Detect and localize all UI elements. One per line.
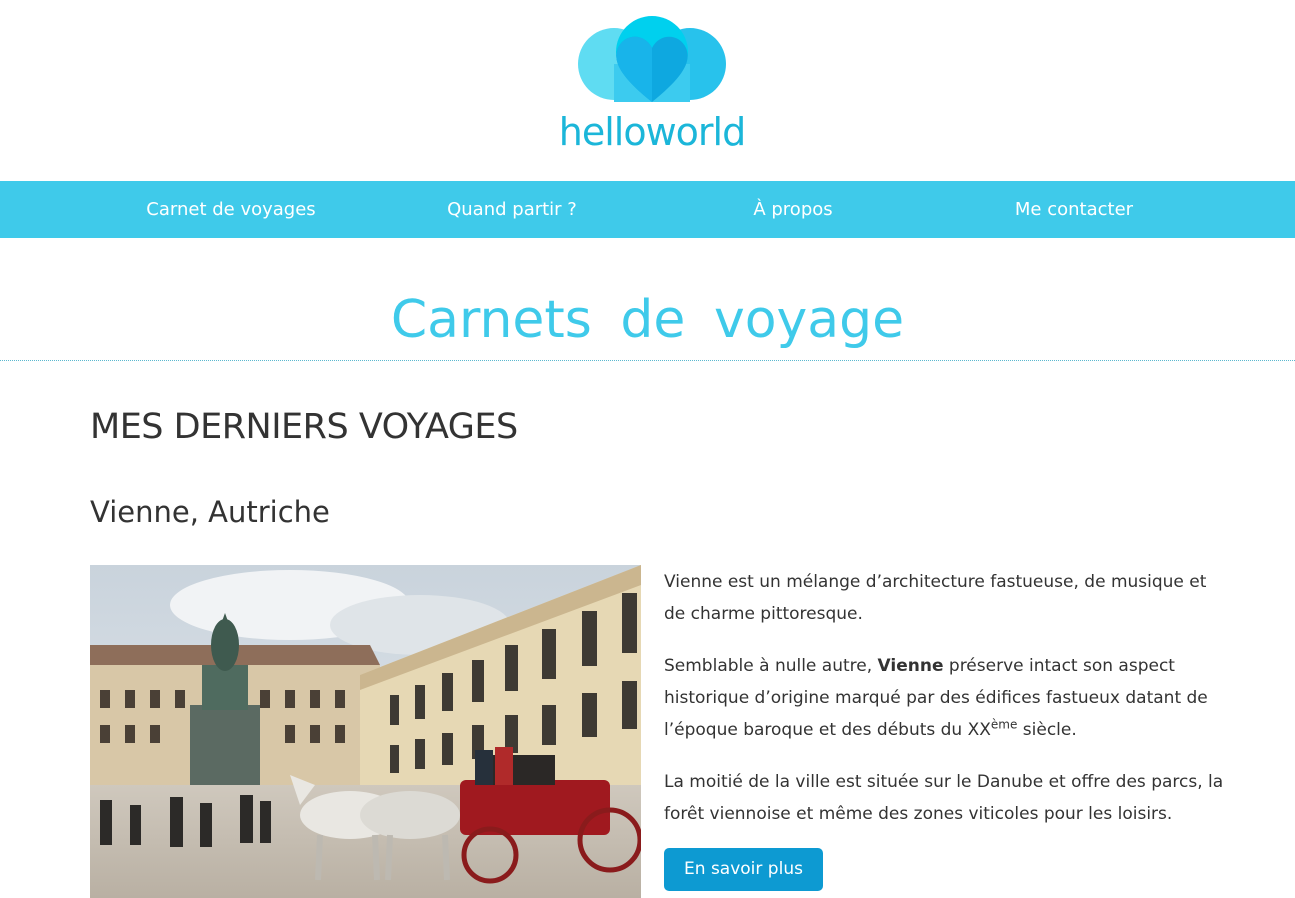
article-text: Vienne est un mélange d’architecture fas…	[664, 566, 1224, 850]
article-paragraph-2: Semblable à nulle autre, Vienne préserve…	[664, 656, 1208, 740]
learn-more-button[interactable]: En savoir plus	[664, 848, 823, 891]
article-city-heading: Vienne, Autriche	[90, 495, 330, 529]
main-nav: Carnet de voyages Quand partir ? À propo…	[0, 181, 1295, 238]
logo-wordmark: helloworld	[558, 110, 746, 154]
nav-item-carnet-de-voyages[interactable]: Carnet de voyages	[120, 181, 342, 238]
article-paragraph-1: Vienne est un mélange d’architecture fas…	[664, 572, 1207, 624]
article-paragraph-3: La moitié de la ville est située sur le …	[664, 772, 1224, 824]
section-heading: MES DERNIERS VOYAGES	[90, 407, 518, 447]
nav-item-a-propos[interactable]: À propos	[700, 181, 886, 238]
site-header: helloworld	[0, 0, 1295, 181]
page-title: Carnets de voyage	[390, 290, 905, 350]
nav-item-me-contacter[interactable]: Me contacter	[980, 181, 1168, 238]
heart-cloud-icon	[578, 16, 726, 102]
century-superscript: ème	[990, 717, 1018, 732]
city-emphasis: Vienne	[877, 656, 944, 676]
helloworld-logo[interactable]: helloworld	[552, 14, 752, 159]
title-divider	[0, 360, 1295, 361]
vienna-photo	[90, 565, 641, 898]
nav-item-quand-partir[interactable]: Quand partir ?	[420, 181, 604, 238]
